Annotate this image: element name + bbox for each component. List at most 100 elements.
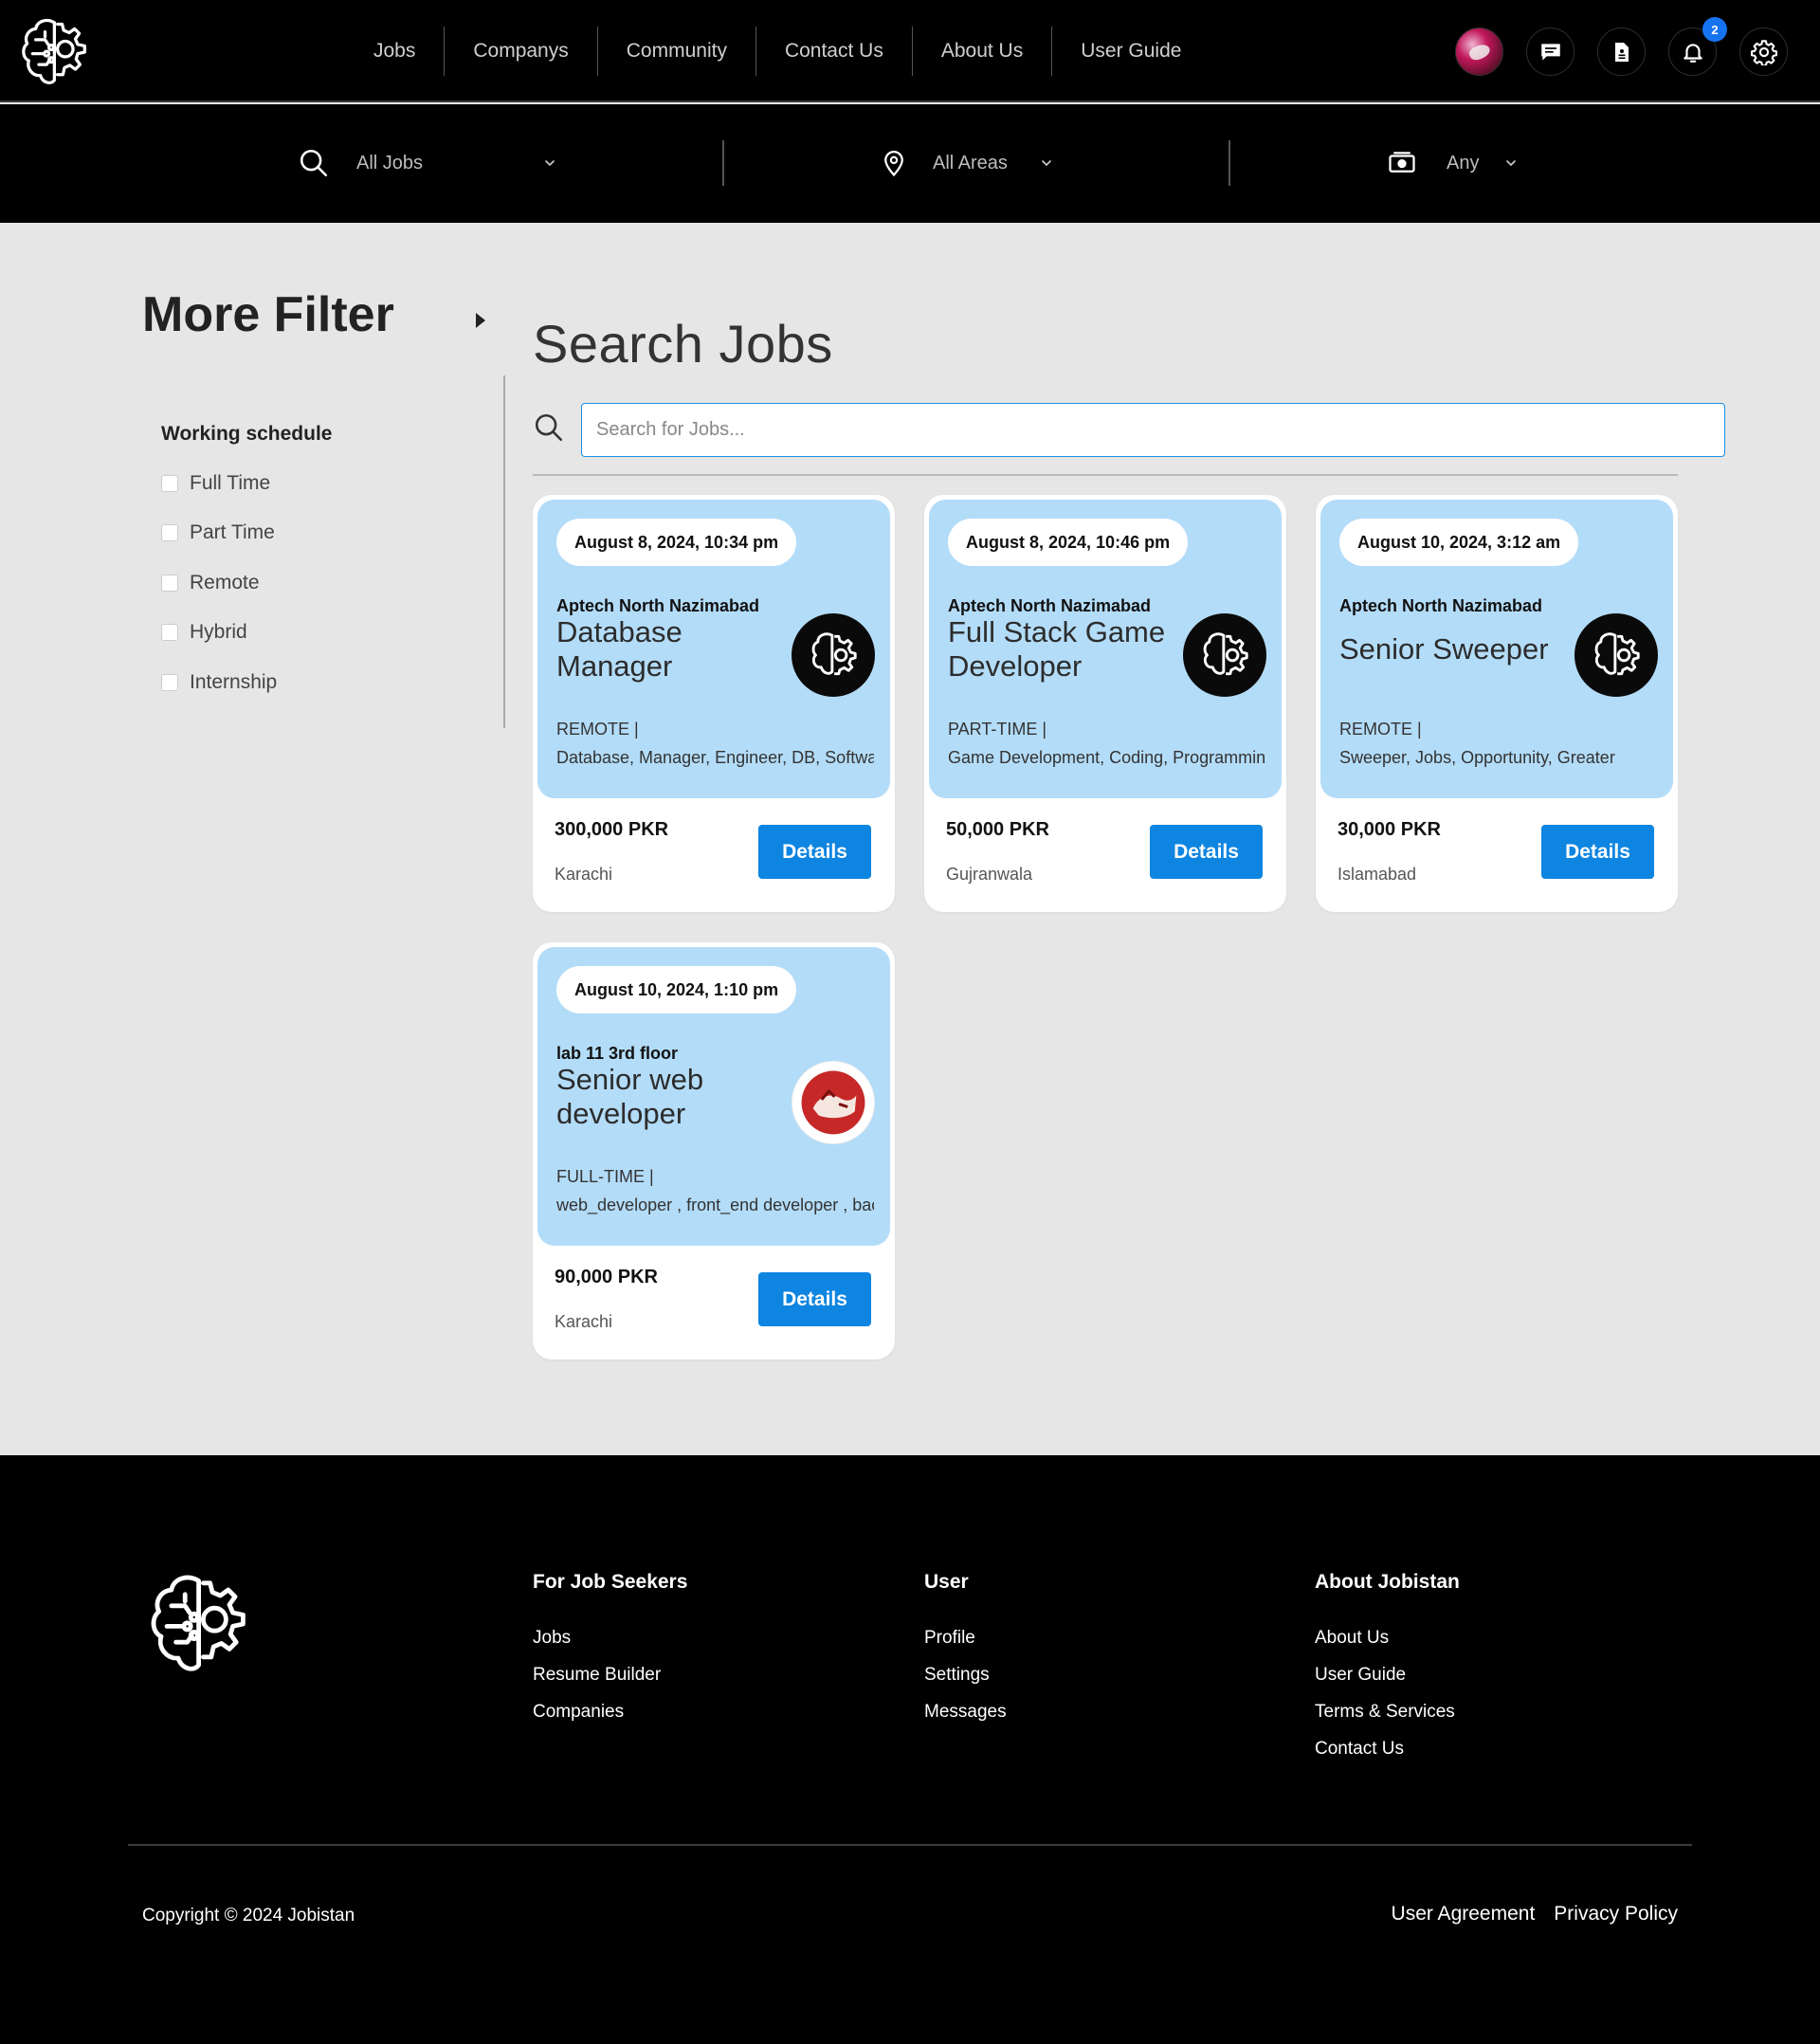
top-navbar: Jobs Companys Community Contact Us About… [0,0,1820,102]
job-card-header: August 8, 2024, 10:34 pm Aptech North Na… [537,500,890,798]
job-city: Karachi [555,1312,613,1331]
search-divider [722,140,724,186]
job-card[interactable]: August 8, 2024, 10:46 pm Aptech North Na… [924,495,1286,912]
job-title: Senior Sweeper [1339,632,1549,666]
footer-column-about: About Jobistan About Us User Guide Terms… [1315,1571,1460,1776]
company-logo [792,613,875,697]
job-type: REMOTE | [1339,720,1422,739]
site-footer: For Job Seekers Jobs Resume Builder Comp… [0,1455,1820,2044]
job-card[interactable]: August 10, 2024, 3:12 am Aptech North Na… [1316,495,1678,912]
salary: 50,000 PKR [946,819,1049,840]
details-button[interactable]: Details [758,825,871,879]
page-title: Search Jobs [533,314,833,374]
details-button[interactable]: Details [1150,825,1263,879]
footer-link-contact-us[interactable]: Contact Us [1315,1739,1460,1760]
brain-gear-logo[interactable] [144,1567,258,1681]
filter-option-label: Part Time [190,521,275,543]
salary: 30,000 PKR [1338,819,1441,840]
user-avatar[interactable] [1455,27,1503,76]
job-card-header: August 10, 2024, 1:10 pm lab 11 3rd floo… [537,947,890,1246]
company-logo [1183,613,1266,697]
search-icon [535,413,563,442]
job-card-header: August 10, 2024, 3:12 am Aptech North Na… [1320,500,1673,798]
footer-link-terms[interactable]: Terms & Services [1315,1702,1460,1723]
footer-link-user-guide[interactable]: User Guide [1315,1665,1460,1686]
copyright-text: Copyright © 2024 Jobistan [142,1906,355,1925]
filter-option-remote[interactable]: Remote [161,572,260,594]
footer-link-jobs[interactable]: Jobs [533,1628,687,1649]
footer-link-messages[interactable]: Messages [924,1702,1007,1723]
nav-link-user-guide[interactable]: User Guide [1052,27,1210,76]
posted-date: August 10, 2024, 3:12 am [1339,519,1579,566]
job-card[interactable]: August 8, 2024, 10:34 pm Aptech North Na… [533,495,895,912]
area-value: All Areas [933,152,1008,173]
nav-link-companys[interactable]: Companys [445,27,598,76]
nav-link-contact-us[interactable]: Contact Us [756,27,913,76]
messages-button[interactable] [1526,27,1574,76]
area-dropdown[interactable]: All Areas [880,140,1054,186]
job-card[interactable]: August 10, 2024, 1:10 pm lab 11 3rd floo… [533,942,895,1360]
settings-button[interactable] [1739,27,1788,76]
checkbox[interactable] [161,674,178,691]
job-type-dropdown[interactable]: All Jobs [298,140,557,186]
job-tags: web_developer , front_end developer , ba… [556,1195,874,1214]
job-search-input[interactable] [581,403,1725,457]
main-nav: Jobs Companys Community Contact Us About… [345,27,1210,76]
filter-option-full-time[interactable]: Full Time [161,472,270,495]
filter-option-label: Full Time [190,472,271,494]
money-icon [1389,152,1415,173]
footer-column-user: User Profile Settings Messages [924,1571,1007,1739]
salary: 90,000 PKR [555,1267,658,1287]
company-name: lab 11 3rd floor [556,1044,679,1063]
salary-value: Any [1447,152,1480,173]
posted-date: August 8, 2024, 10:46 pm [948,519,1189,566]
job-type-value: All Jobs [356,152,424,173]
salary-dropdown[interactable]: Any [1386,140,1519,186]
user-agreement-link[interactable]: User Agreement [1392,1903,1536,1925]
resume-button[interactable] [1597,27,1646,76]
job-tags: Sweeper, Jobs, Opportunity, Greater [1339,748,1615,767]
filter-option-label: Internship [190,671,278,693]
brain-gear-logo[interactable] [17,13,95,91]
chat-icon [1540,43,1560,61]
filter-option-label: Remote [190,572,260,593]
checkbox[interactable] [161,624,178,641]
job-title: Database Manager [556,615,682,683]
job-card-header: August 8, 2024, 10:46 pm Aptech North Na… [929,500,1282,798]
company-logo [1574,613,1658,697]
job-city: Islamabad [1338,865,1417,884]
checkbox[interactable] [161,575,178,592]
job-city: Gujranwala [946,865,1033,884]
details-button[interactable]: Details [758,1272,871,1326]
search-divider [1228,140,1230,186]
job-type: REMOTE | [556,720,639,739]
more-filter-title: More Filter [142,287,394,342]
document-icon [1614,42,1629,62]
search-divider-line [533,474,1678,476]
footer-column-title: For Job Seekers [533,1571,688,1593]
footer-column-title: About Jobistan [1315,1571,1460,1593]
filter-option-internship[interactable]: Internship [161,671,277,694]
filter-toggle-arrow-icon[interactable] [476,313,485,328]
nav-link-about-us[interactable]: About Us [913,27,1053,76]
details-button[interactable]: Details [1541,825,1654,879]
footer-link-profile[interactable]: Profile [924,1628,1007,1649]
footer-link-about-us[interactable]: About Us [1315,1628,1460,1649]
footer-legal-links: User Agreement Privacy Policy [1392,1903,1678,1925]
footer-link-resume-builder[interactable]: Resume Builder [533,1665,687,1686]
nav-link-community[interactable]: Community [598,27,756,76]
nav-icon-group: 2 [1455,17,1788,76]
notification-count-badge: 2 [1702,17,1727,42]
filter-option-hybrid[interactable]: Hybrid [161,621,247,644]
checkbox[interactable] [161,475,178,492]
salary: 300,000 PKR [555,819,669,840]
nav-link-jobs[interactable]: Jobs [345,27,446,76]
checkbox[interactable] [161,524,178,541]
privacy-policy-link[interactable]: Privacy Policy [1554,1903,1678,1925]
notifications-button[interactable]: 2 [1668,17,1727,76]
filter-option-part-time[interactable]: Part Time [161,521,275,544]
footer-link-settings[interactable]: Settings [924,1665,1007,1686]
footer-link-companies[interactable]: Companies [533,1702,687,1723]
bell-icon [1683,43,1702,63]
job-tags: Database, Manager, Engineer, DB, Softwar… [556,748,874,767]
